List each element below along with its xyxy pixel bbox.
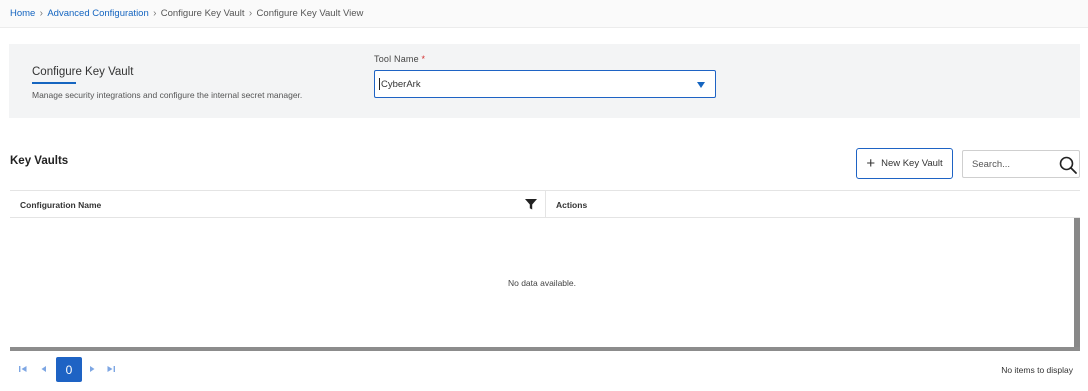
- next-page-icon[interactable]: [85, 362, 99, 376]
- breadcrumb-advanced-configuration[interactable]: Advanced Configuration: [47, 8, 148, 19]
- empty-message: No data available.: [507, 278, 577, 288]
- pager-info: No items to display: [1001, 365, 1073, 375]
- page-description: Manage security integrations and configu…: [32, 90, 303, 100]
- tool-name-label: Tool Name *: [374, 54, 425, 64]
- tool-name-value: CyberArk: [381, 78, 421, 90]
- title-underline: [32, 82, 76, 84]
- tool-name-label-text: Tool Name: [374, 54, 419, 64]
- new-key-vault-button[interactable]: + New Key Vault: [856, 148, 953, 179]
- filter-icon[interactable]: [524, 197, 538, 211]
- search-box: [962, 150, 1080, 178]
- key-vaults-title: Key Vaults: [10, 155, 69, 167]
- chevron-right-icon: ›: [153, 8, 157, 19]
- breadcrumb-home[interactable]: Home: [10, 8, 35, 19]
- chevron-right-icon: ›: [39, 8, 44, 19]
- tool-name-dropdown[interactable]: CyberArk: [374, 70, 716, 98]
- grid-body: No data available.: [10, 218, 1080, 347]
- column-header-configuration-name[interactable]: Configuration Name: [20, 200, 101, 210]
- breadcrumb-current-page: Configure Key Vault View: [256, 8, 364, 19]
- new-key-vault-label: New Key Vault: [881, 158, 943, 169]
- pager: 0 No items to display: [10, 352, 1080, 386]
- vertical-scrollbar[interactable]: [1074, 218, 1080, 347]
- last-page-icon[interactable]: [104, 362, 118, 376]
- text-cursor: [379, 78, 380, 90]
- horizontal-scrollbar[interactable]: [10, 347, 1080, 351]
- breadcrumb-configure-key-vault[interactable]: Configure Key Vault: [161, 8, 245, 19]
- previous-page-icon[interactable]: [37, 362, 51, 376]
- dropdown-arrow-icon[interactable]: [697, 82, 705, 88]
- column-divider[interactable]: [545, 191, 546, 218]
- page-title: Configure Key Vault: [32, 66, 134, 78]
- breadcrumb: Home › Advanced Configuration › Configur…: [0, 0, 1088, 28]
- first-page-icon[interactable]: [16, 362, 30, 376]
- key-vaults-grid: Configuration Name Actions No data avail…: [10, 190, 1080, 351]
- grid-header: Configuration Name Actions: [10, 191, 1080, 218]
- current-page-button[interactable]: 0: [56, 357, 82, 382]
- chevron-right-icon: ›: [248, 8, 253, 19]
- header-card: Configure Key Vault Manage security inte…: [9, 44, 1080, 118]
- plus-icon: +: [866, 155, 876, 172]
- search-input[interactable]: [963, 151, 1055, 177]
- column-header-actions: Actions: [556, 200, 588, 210]
- required-marker: *: [421, 54, 426, 64]
- search-icon[interactable]: [1058, 155, 1078, 175]
- page: Home › Advanced Configuration › Configur…: [0, 0, 1088, 391]
